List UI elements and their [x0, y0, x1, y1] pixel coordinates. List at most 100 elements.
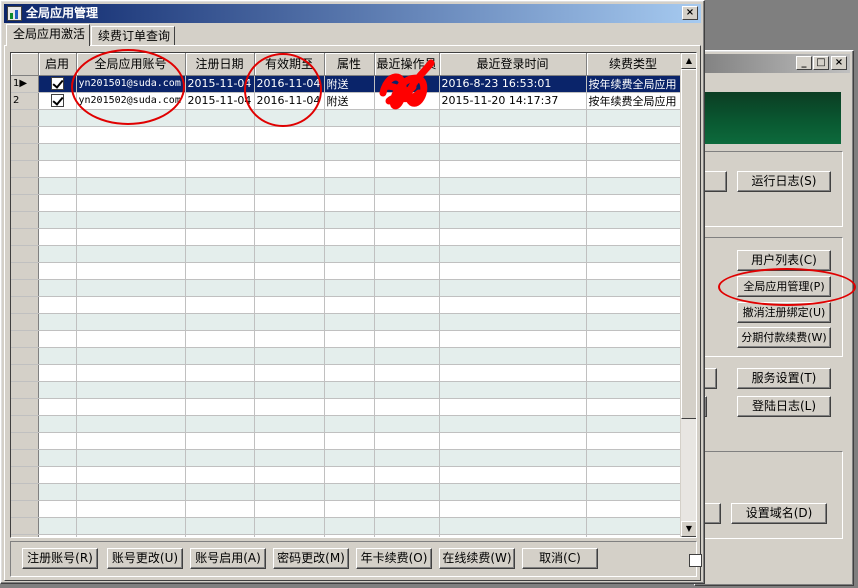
empty-cell[interactable] — [185, 245, 255, 263]
empty-cell[interactable] — [76, 398, 186, 416]
row-header[interactable] — [11, 432, 39, 450]
tab-renew-order-query[interactable]: 续费订单查询 — [91, 26, 175, 46]
renew-type-cell[interactable]: 按年续费全局应用 — [586, 92, 681, 110]
empty-cell[interactable] — [76, 160, 186, 178]
empty-cell[interactable] — [76, 364, 186, 382]
empty-cell[interactable] — [374, 381, 440, 399]
empty-cell[interactable] — [439, 534, 587, 537]
empty-cell[interactable] — [586, 534, 681, 537]
empty-row[interactable] — [11, 534, 681, 537]
empty-cell[interactable] — [38, 517, 77, 535]
empty-cell[interactable] — [254, 381, 325, 399]
row-header[interactable] — [11, 466, 39, 484]
empty-cell[interactable] — [38, 347, 77, 365]
empty-cell[interactable] — [324, 534, 375, 537]
empty-cell[interactable] — [76, 483, 186, 501]
empty-cell[interactable] — [374, 126, 440, 144]
empty-cell[interactable] — [586, 398, 681, 416]
empty-cell[interactable] — [38, 194, 77, 212]
empty-row[interactable] — [11, 483, 681, 501]
empty-cell[interactable] — [76, 194, 186, 212]
enable-account-button[interactable]: 账号启用(A) — [190, 548, 266, 569]
change-password-button[interactable]: 密码更改(M) — [273, 548, 349, 569]
empty-cell[interactable] — [374, 296, 440, 314]
empty-cell[interactable] — [254, 534, 325, 537]
empty-cell[interactable] — [324, 449, 375, 467]
empty-cell[interactable] — [439, 347, 587, 365]
empty-cell[interactable] — [439, 262, 587, 280]
empty-cell[interactable] — [38, 279, 77, 297]
empty-cell[interactable] — [254, 228, 325, 246]
empty-cell[interactable] — [374, 364, 440, 382]
empty-cell[interactable] — [586, 517, 681, 535]
row-header[interactable] — [11, 330, 39, 348]
row-header[interactable] — [11, 279, 39, 297]
empty-cell[interactable] — [439, 364, 587, 382]
enabled-checkbox[interactable] — [50, 77, 64, 91]
empty-cell[interactable] — [439, 228, 587, 246]
empty-cell[interactable] — [254, 415, 325, 433]
row-header[interactable] — [11, 398, 39, 416]
dialog-close-button[interactable]: × — [682, 6, 698, 20]
empty-cell[interactable] — [254, 449, 325, 467]
empty-cell[interactable] — [324, 126, 375, 144]
empty-row[interactable] — [11, 194, 681, 212]
online-renew-button[interactable]: 在线续费(W) — [439, 548, 515, 569]
empty-cell[interactable] — [439, 466, 587, 484]
row-header[interactable] — [11, 364, 39, 382]
cancel-button[interactable]: 取消(C) — [522, 548, 598, 569]
last-login-cell[interactable]: 2015-11-20 14:17:37 — [439, 92, 587, 110]
row-header[interactable] — [11, 245, 39, 263]
empty-cell[interactable] — [254, 432, 325, 450]
empty-cell[interactable] — [324, 500, 375, 518]
empty-cell[interactable] — [586, 347, 681, 365]
row-header[interactable] — [11, 415, 39, 433]
attr-cell[interactable]: 附送 — [324, 92, 375, 110]
empty-cell[interactable] — [374, 228, 440, 246]
empty-cell[interactable] — [586, 126, 681, 144]
empty-cell[interactable] — [38, 228, 77, 246]
empty-cell[interactable] — [439, 211, 587, 229]
empty-cell[interactable] — [586, 160, 681, 178]
empty-cell[interactable] — [324, 381, 375, 399]
empty-cell[interactable] — [185, 279, 255, 297]
empty-cell[interactable] — [324, 466, 375, 484]
empty-cell[interactable] — [185, 483, 255, 501]
empty-cell[interactable] — [439, 432, 587, 450]
row-header[interactable] — [11, 109, 39, 127]
empty-cell[interactable] — [586, 364, 681, 382]
empty-row[interactable] — [11, 466, 681, 484]
empty-cell[interactable] — [254, 517, 325, 535]
empty-row[interactable] — [11, 160, 681, 178]
empty-cell[interactable] — [38, 245, 77, 263]
empty-cell[interactable] — [38, 160, 77, 178]
empty-row[interactable] — [11, 449, 681, 467]
row-header[interactable] — [11, 449, 39, 467]
empty-row[interactable] — [11, 517, 681, 535]
empty-cell[interactable] — [76, 245, 186, 263]
empty-cell[interactable] — [254, 364, 325, 382]
empty-row[interactable] — [11, 347, 681, 365]
empty-cell[interactable] — [254, 279, 325, 297]
empty-cell[interactable] — [38, 177, 77, 195]
empty-cell[interactable] — [76, 228, 186, 246]
last-login-cell[interactable]: 2016-8-23 16:53:01 — [439, 75, 587, 93]
empty-cell[interactable] — [439, 483, 587, 501]
close-button[interactable]: × — [831, 56, 847, 70]
row-header[interactable] — [11, 211, 39, 229]
empty-cell[interactable] — [76, 143, 186, 161]
empty-cell[interactable] — [38, 398, 77, 416]
empty-cell[interactable] — [185, 449, 255, 467]
empty-cell[interactable] — [374, 534, 440, 537]
empty-row[interactable] — [11, 245, 681, 263]
empty-cell[interactable] — [586, 296, 681, 314]
empty-cell[interactable] — [76, 500, 186, 518]
row-header[interactable] — [11, 228, 39, 246]
empty-cell[interactable] — [254, 160, 325, 178]
empty-cell[interactable] — [254, 347, 325, 365]
empty-cell[interactable] — [324, 245, 375, 263]
account-grid[interactable]: 启用 全局应用账号 注册日期 有效期至 属性 最近操作员 最近登录时间 续费类型… — [10, 52, 697, 538]
row-header[interactable] — [11, 500, 39, 518]
empty-cell[interactable] — [76, 432, 186, 450]
empty-cell[interactable] — [254, 313, 325, 331]
